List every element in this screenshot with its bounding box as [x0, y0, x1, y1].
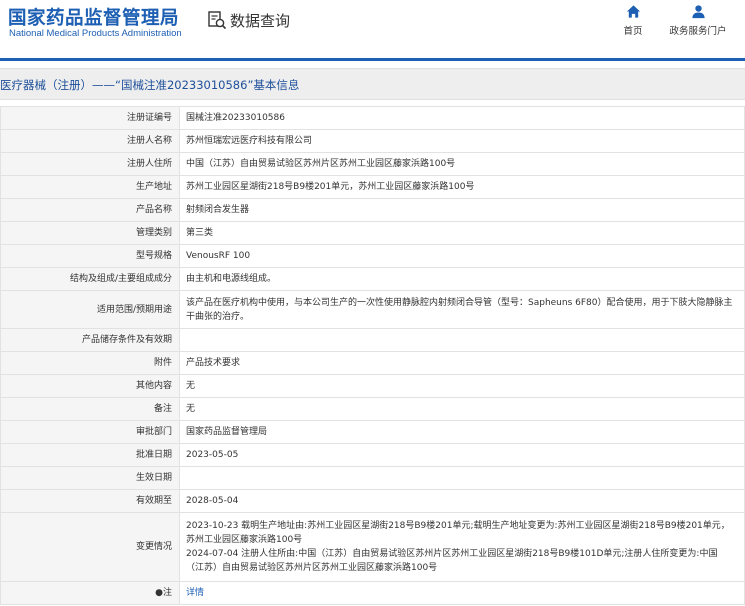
field-value: 无: [179, 397, 745, 421]
table-row: 型号规格 VenousRF 100: [0, 244, 745, 268]
field-value: 苏州恒瑞宏远医疗科技有限公司: [179, 129, 745, 153]
logo-title[interactable]: 国家药品监督管理局: [8, 4, 179, 30]
data-query-link[interactable]: 数据查询: [207, 9, 290, 31]
field-value: 国家药品监督管理局: [179, 420, 745, 444]
table-row: 结构及组成/主要组成成分 由主机和电源线组成。: [0, 267, 745, 291]
field-value: [179, 466, 745, 490]
table-row: 生效日期: [0, 466, 745, 490]
logo-subtitle: National Medical Products Administration: [9, 28, 182, 39]
table-row: 管理类别 第三类: [0, 221, 745, 245]
field-value: 无: [179, 374, 745, 398]
field-value: 产品技术要求: [179, 351, 745, 375]
table-row: 注册证编号 国械注准20233010586: [0, 106, 745, 130]
table-row: 产品名称 射频闭合发生器: [0, 198, 745, 222]
nav-service-portal-label: 政务服务门户: [669, 26, 727, 37]
data-query-icon: [208, 11, 227, 30]
table-row: 产品储存条件及有效期: [0, 328, 745, 352]
record-title-bar: 医疗器械（注册）——“国械注准20233010586”基本信息: [0, 68, 745, 100]
user-icon: [691, 5, 705, 19]
field-label: 注册人住所: [0, 152, 180, 176]
table-row: 注册人名称 苏州恒瑞宏远医疗科技有限公司: [0, 129, 745, 153]
change-record: 2023-10-23 载明生产地址由:苏州工业园区星湖街218号B9楼201单元…: [186, 521, 730, 545]
data-query-label: 数据查询: [230, 11, 291, 30]
home-icon: [626, 5, 640, 18]
field-label: 备注: [0, 397, 180, 421]
field-label: 产品储存条件及有效期: [0, 328, 180, 352]
field-label: 生效日期: [0, 466, 180, 490]
field-label: 管理类别: [0, 221, 180, 245]
field-value: 中国（江苏）自由贸易试验区苏州片区苏州工业园区藤家浜路100号: [179, 152, 745, 176]
detail-table: 注册证编号 国械注准20233010586 注册人名称 苏州恒瑞宏远医疗科技有限公司注…: [0, 106, 745, 605]
table-row: 变更情况 2023-10-23 载明生产地址由:苏州工业园区星湖街218号B9楼2…: [0, 512, 745, 582]
table-row: 有效期至 2028-05-04: [0, 489, 745, 513]
record-title: 医疗器械（注册）——“国械注准20233010586”基本信息: [0, 78, 300, 92]
field-label: 批准日期: [0, 443, 180, 467]
field-value: 由主机和电源线组成。: [179, 267, 745, 291]
table-row: 审批部门 国家药品监督管理局: [0, 420, 745, 444]
table-row: 备注无: [0, 397, 745, 421]
field-label: 结构及组成/主要组成成分: [0, 267, 180, 291]
field-label: 其他内容: [0, 374, 180, 398]
table-row: 附件 产品技术要求: [0, 351, 745, 375]
field-value: VenousRF 100: [179, 244, 745, 268]
field-value: 2023-10-23 载明生产地址由:苏州工业园区星湖街218号B9楼201单元…: [179, 512, 745, 582]
table-row: 其他内容无: [0, 374, 745, 398]
field-value: [179, 328, 745, 352]
nav-home-label: 首页: [623, 26, 643, 37]
details-link[interactable]: 详情: [186, 588, 204, 598]
table-row: 注册人住所 中国（江苏）自由贸易试验区苏州片区苏州工业园区藤家浜路100号: [0, 152, 745, 176]
field-value: 射频闭合发生器: [179, 198, 745, 222]
nav-service-portal[interactable]: 政务服务门户: [668, 4, 728, 37]
field-label: 附件: [0, 351, 180, 375]
field-value: 2023-05-05: [179, 443, 745, 467]
field-value: 2028-05-04: [179, 489, 745, 513]
field-label: 有效期至: [0, 489, 180, 513]
field-label: 生产地址: [0, 175, 180, 199]
field-value: 苏州工业园区星湖街218号B9楼201单元，苏州工业园区藤家浜路100号: [179, 175, 745, 199]
site-header: 国家药品监督管理局 National Medical Products Admi…: [0, 0, 745, 58]
field-value: 国械注准20233010586: [179, 106, 745, 130]
field-label: 注册证编号: [0, 106, 180, 130]
nav-home[interactable]: 首页: [618, 4, 648, 37]
field-label: ●注: [0, 581, 180, 605]
field-value: 详情: [179, 581, 745, 605]
header-divider: [0, 58, 745, 61]
table-row: ●注 详情: [0, 581, 745, 605]
change-record: 2024-07-04 注册人住所由:中国（江苏）自由贸易试验区苏州片区苏州工业园…: [186, 549, 718, 573]
table-row: 生产地址 苏州工业园区星湖街218号B9楼201单元，苏州工业园区藤家浜路100号: [0, 175, 745, 199]
table-row: 批准日期 2023-05-05: [0, 443, 745, 467]
field-label: 审批部门: [0, 420, 180, 444]
field-label: 变更情况: [0, 512, 180, 582]
table-row: 适用范围/预期用途 该产品在医疗机构中使用，与本公司生产的一次性使用静脉腔内射频闭…: [0, 290, 745, 329]
field-value: 第三类: [179, 221, 745, 245]
field-label: 型号规格: [0, 244, 180, 268]
field-value: 该产品在医疗机构中使用，与本公司生产的一次性使用静脉腔内射频闭合导管（型号：Sa…: [179, 290, 745, 329]
field-label: 注册人名称: [0, 129, 180, 153]
field-label: 适用范围/预期用途: [0, 290, 180, 329]
field-label: 产品名称: [0, 198, 180, 222]
